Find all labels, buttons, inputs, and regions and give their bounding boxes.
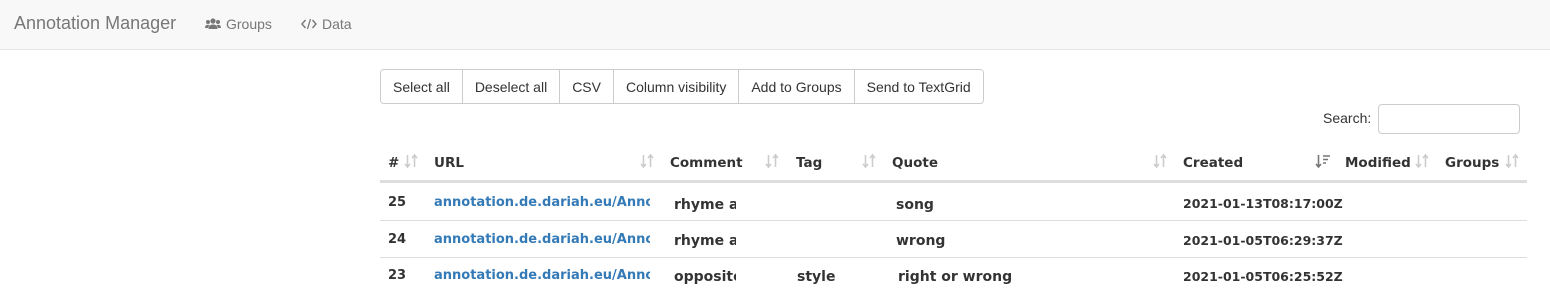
nav-data-link[interactable]: Data	[301, 16, 352, 32]
cell-url-link[interactable]: annotation.de.dariah.eu/AnnotationViewer…	[434, 195, 650, 210]
app-brand[interactable]: Annotation Manager	[14, 13, 176, 34]
send-to-textgrid-button[interactable]: Send to TextGrid	[853, 70, 983, 103]
cell-url-link[interactable]: annotation.de.dariah.eu/AnnotationViewer…	[434, 268, 650, 283]
column-header-comment[interactable]: Comment	[670, 155, 743, 171]
nav-data-label: Data	[322, 16, 352, 32]
cell-tag: style	[797, 269, 836, 285]
nav-groups-link[interactable]: Groups	[205, 16, 272, 32]
sort-descending-icon[interactable]	[1315, 153, 1331, 169]
column-header-quote[interactable]: Quote	[892, 155, 938, 171]
sort-both-icon[interactable]	[765, 153, 779, 169]
code-icon	[301, 18, 317, 30]
cell-created: 2021-01-05T06:29:37Z	[1183, 233, 1343, 248]
cell-quote: right or wrong	[898, 269, 1013, 285]
sort-both-icon[interactable]	[1505, 153, 1519, 169]
column-visibility-button[interactable]: Column visibility	[612, 70, 739, 103]
row-divider	[380, 220, 1527, 221]
cell-quote: song	[896, 197, 934, 213]
header-divider	[380, 180, 1527, 183]
cell-created: 2021-01-13T08:17:00Z	[1183, 196, 1343, 211]
column-header-groups[interactable]: Groups	[1445, 155, 1499, 171]
cell-num: 23	[388, 268, 407, 283]
cell-num: 24	[388, 232, 407, 247]
add-to-groups-button[interactable]: Add to Groups	[738, 70, 854, 103]
table-toolbar: Select all Deselect all CSV Column visib…	[380, 69, 984, 104]
column-header-num[interactable]: #	[388, 155, 399, 171]
column-header-tag[interactable]: Tag	[796, 155, 822, 171]
cell-url-link[interactable]: annotation.de.dariah.eu/AnnotationViewer…	[434, 232, 650, 247]
cell-comment: rhyme a	[674, 197, 736, 213]
csv-button[interactable]: CSV	[559, 70, 613, 103]
column-header-created[interactable]: Created	[1183, 155, 1243, 171]
column-header-url[interactable]: URL	[434, 155, 464, 171]
cell-comment: rhyme a	[674, 233, 736, 249]
search-input[interactable]	[1378, 104, 1520, 134]
sort-both-icon[interactable]	[404, 153, 418, 169]
row-divider	[380, 257, 1527, 258]
cell-comment: opposite	[674, 269, 736, 285]
search-label: Search:	[1323, 110, 1372, 126]
select-all-button[interactable]: Select all	[381, 70, 462, 103]
users-icon	[205, 18, 221, 29]
column-header-modified[interactable]: Modified	[1345, 155, 1411, 171]
cell-quote: wrong	[896, 233, 946, 249]
sort-both-icon[interactable]	[1153, 153, 1167, 169]
navbar: Annotation Manager Groups Data	[0, 0, 1550, 50]
cell-num: 25	[388, 195, 407, 210]
deselect-all-button[interactable]: Deselect all	[461, 70, 560, 103]
sort-both-icon[interactable]	[862, 153, 876, 169]
sort-both-icon[interactable]	[1415, 153, 1429, 169]
sort-both-icon[interactable]	[640, 153, 654, 169]
nav-groups-label: Groups	[226, 16, 272, 32]
cell-created: 2021-01-05T06:25:52Z	[1183, 269, 1343, 284]
